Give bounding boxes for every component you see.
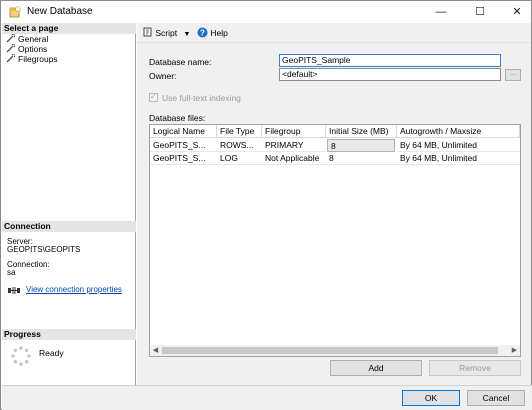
database-files-table: Logical Name File Type Filegroup Initial… <box>149 124 521 357</box>
wrench-icon <box>6 54 15 63</box>
initial-size-input[interactable]: 8 <box>327 139 395 152</box>
database-name-input[interactable]: GeoPITS_Sample <box>279 54 501 67</box>
left-pane: Select a page General Options Filegroups… <box>2 23 136 385</box>
minimize-icon[interactable]: — <box>433 4 449 20</box>
help-icon: ? <box>197 27 208 38</box>
connection-properties-icon <box>8 287 20 294</box>
maximize-icon[interactable]: ☐ <box>472 4 488 20</box>
view-connection-properties-link[interactable]: View connection properties <box>26 285 122 294</box>
horizontal-scrollbar[interactable]: ◀ ▶ <box>150 345 520 356</box>
page-options-label: Options <box>18 44 48 54</box>
window-title: New Database <box>27 6 93 17</box>
help-button[interactable]: ? Help <box>197 27 228 39</box>
cancel-button[interactable]: Cancel <box>467 390 525 406</box>
page-filegroups-label: Filegroups <box>18 54 58 64</box>
column-header[interactable]: Logical Name <box>150 125 217 138</box>
scrollbar-thumb[interactable] <box>162 347 498 354</box>
general-page: Script ▼ ? Help Database name: GeoPITS_S… <box>137 23 531 385</box>
new-database-dialog: New Database — ☐ ✕ Select a page General… <box>0 0 532 410</box>
table-cell[interactable]: ROWS... <box>217 139 262 152</box>
column-header[interactable]: File Type <box>217 125 262 138</box>
chevron-down-icon[interactable]: ▼ <box>183 31 190 38</box>
wrench-icon <box>6 44 15 53</box>
server-value: GEOPITS\GEOPITS <box>7 245 81 254</box>
table-cell[interactable]: GeoPITS_S... <box>150 152 217 165</box>
table-cell[interactable]: 8 <box>326 152 397 165</box>
table-cell[interactable]: Not Applicable <box>262 152 326 165</box>
script-icon <box>143 27 152 37</box>
column-header[interactable]: Filegroup <box>262 125 326 138</box>
owner-browse-button[interactable]: ... <box>505 69 521 81</box>
page-general-label: General <box>18 34 49 44</box>
owner-input[interactable]: <default> <box>279 68 501 81</box>
close-icon[interactable]: ✕ <box>509 4 525 20</box>
progress-header: Progress <box>2 329 136 340</box>
connection-header: Connection <box>2 221 136 232</box>
fulltext-label: Use full-text indexing <box>162 93 241 103</box>
title-bar: New Database — ☐ ✕ <box>1 1 531 23</box>
script-label: Script <box>155 28 178 38</box>
help-label: Help <box>210 28 228 38</box>
toolbar: Script ▼ ? Help <box>137 23 531 43</box>
table-cell[interactable]: PRIMARY <box>262 139 326 152</box>
connection-value: sa <box>7 268 16 277</box>
scroll-right-icon[interactable]: ▶ <box>509 345 520 356</box>
wrench-icon <box>6 34 15 43</box>
page-general[interactable]: General <box>6 34 48 44</box>
ok-button[interactable]: OK <box>402 390 460 406</box>
progress-status: Ready <box>39 348 64 358</box>
page-filegroups[interactable]: Filegroups <box>6 54 58 64</box>
select-page-header: Select a page <box>2 23 136 34</box>
owner-label: Owner: <box>149 71 177 81</box>
page-options[interactable]: Options <box>6 44 47 54</box>
progress-spinner-icon <box>11 346 31 366</box>
table-cell[interactable]: By 64 MB, Unlimited <box>397 152 520 165</box>
table-cell[interactable]: GeoPITS_S... <box>150 139 217 152</box>
dialog-footer: OK Cancel <box>2 385 532 410</box>
fulltext-checkbox[interactable] <box>149 92 158 102</box>
remove-button[interactable]: Remove <box>429 360 521 376</box>
svg-text:?: ? <box>200 28 205 37</box>
script-button[interactable]: Script ▼ <box>143 27 190 39</box>
column-header[interactable]: Autogrowth / Maxsize <box>397 125 520 138</box>
add-button[interactable]: Add <box>330 360 422 376</box>
column-header[interactable]: Initial Size (MB) <box>326 125 397 138</box>
table-cell[interactable]: LOG <box>217 152 262 165</box>
table-cell[interactable]: By 64 MB, Unlimited <box>397 139 520 152</box>
database-name-label: Database name: <box>149 57 212 67</box>
database-files-label: Database files: <box>149 113 206 123</box>
scroll-left-icon[interactable]: ◀ <box>150 345 161 356</box>
database-app-icon <box>9 6 21 18</box>
